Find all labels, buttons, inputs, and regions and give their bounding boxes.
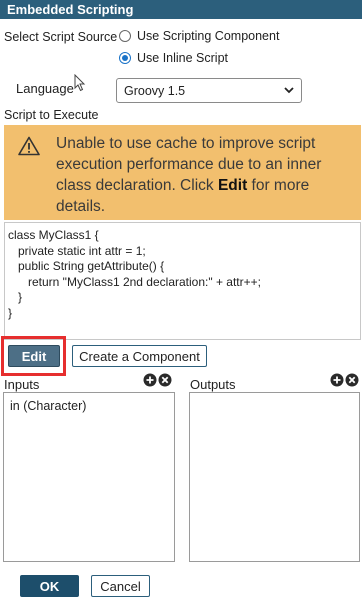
cancel-button[interactable]: Cancel (91, 575, 150, 597)
cache-warning-banner: Unable to use cache to improve script ex… (4, 125, 361, 220)
remove-input-icon[interactable] (158, 373, 172, 387)
radio-use-inline-script[interactable]: Use Inline Script (119, 51, 228, 65)
script-to-execute-label: Script to Execute (4, 108, 99, 122)
chevron-down-icon (284, 87, 294, 94)
radio-use-scripting-component[interactable]: Use Scripting Component (119, 29, 279, 43)
warning-edit-keyword: Edit (217, 177, 248, 194)
create-component-button[interactable]: Create a Component (72, 345, 207, 367)
inputs-add-remove-controls (143, 373, 172, 387)
edit-button[interactable]: Edit (8, 345, 60, 367)
outputs-label: Outputs (190, 377, 236, 392)
code-line: return "MyClass1 2nd declaration:" + att… (8, 274, 261, 289)
code-line: private static int attr = 1; (8, 243, 146, 258)
dialog-titlebar: Embedded Scripting (0, 0, 362, 19)
outputs-add-remove-controls (330, 373, 359, 387)
warning-message: Unable to use cache to improve script ex… (56, 135, 322, 215)
add-input-icon[interactable] (143, 373, 157, 387)
language-label: Language (16, 81, 74, 96)
add-output-icon[interactable] (330, 373, 344, 387)
script-source-label: Select Script Source (4, 30, 118, 44)
radio-circle-selected[interactable] (119, 52, 131, 64)
language-selected-value: Groovy 1.5 (124, 84, 186, 98)
inputs-list[interactable]: in (Character) (3, 392, 175, 562)
radio-label: Use Scripting Component (137, 29, 280, 43)
code-line: class MyClass1 { (8, 228, 99, 242)
script-editor[interactable]: class MyClass1 { private static int attr… (4, 222, 361, 340)
remove-output-icon[interactable] (345, 373, 359, 387)
language-select[interactable]: Groovy 1.5 (116, 78, 302, 103)
code-line: } (8, 290, 23, 304)
ok-button[interactable]: OK (20, 575, 79, 597)
warning-icon (18, 136, 40, 156)
radio-circle[interactable] (119, 30, 131, 42)
mouse-cursor-icon (74, 74, 86, 92)
code-line: } (8, 305, 13, 320)
list-item[interactable]: in (Character) (10, 399, 86, 413)
outputs-list[interactable] (189, 392, 360, 562)
inputs-label: Inputs (4, 377, 40, 392)
radio-label: Use Inline Script (137, 51, 229, 65)
code-line: public String getAttribute() { (8, 259, 165, 273)
dialog-title: Embedded Scripting (7, 2, 134, 17)
